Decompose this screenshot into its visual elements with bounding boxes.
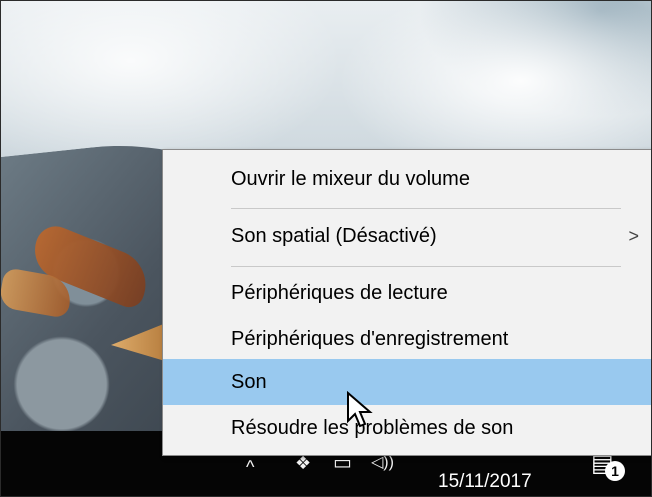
menu-item-label: Périphériques de lecture [231,281,448,304]
taskbar-clock-date[interactable]: 15/11/2017 [438,471,532,493]
menu-item-open-volume-mixer[interactable]: Ouvrir le mixeur du volume [163,156,651,202]
menu-item-label: Son [231,370,267,393]
volume-icon[interactable]: ◁)) [371,453,394,473]
volume-context-menu: Ouvrir le mixeur du volume Son spatial (… [162,149,651,456]
menu-separator [231,266,621,267]
chevron-up-icon[interactable]: ^ [246,457,254,477]
menu-item-playback-devices[interactable]: Périphériques de lecture [163,270,651,316]
chevron-right-icon: > [628,225,639,246]
menu-item-recording-devices[interactable]: Périphériques d'enregistrement [163,316,651,362]
menu-separator [231,208,621,209]
menu-item-spatial-sound[interactable]: Son spatial (Désactivé) > [163,213,651,259]
screenshot-frame: ^ ❖ ▭ ◁)) 15/11/2017 ▤ 1 Ouvrir le mixeu… [0,0,652,497]
network-icon[interactable]: ▭ [333,453,352,473]
dropbox-icon[interactable]: ❖ [295,453,311,473]
menu-item-troubleshoot-sound[interactable]: Résoudre les problèmes de son [163,405,651,451]
menu-item-label: Périphériques d'enregistrement [231,327,509,350]
menu-item-label: Ouvrir le mixeur du volume [231,167,470,190]
menu-item-label: Son spatial (Désactivé) [231,224,437,247]
mouse-pointer-icon [346,390,376,431]
notification-badge: 1 [605,461,625,481]
menu-item-sound[interactable]: Son [163,359,651,405]
